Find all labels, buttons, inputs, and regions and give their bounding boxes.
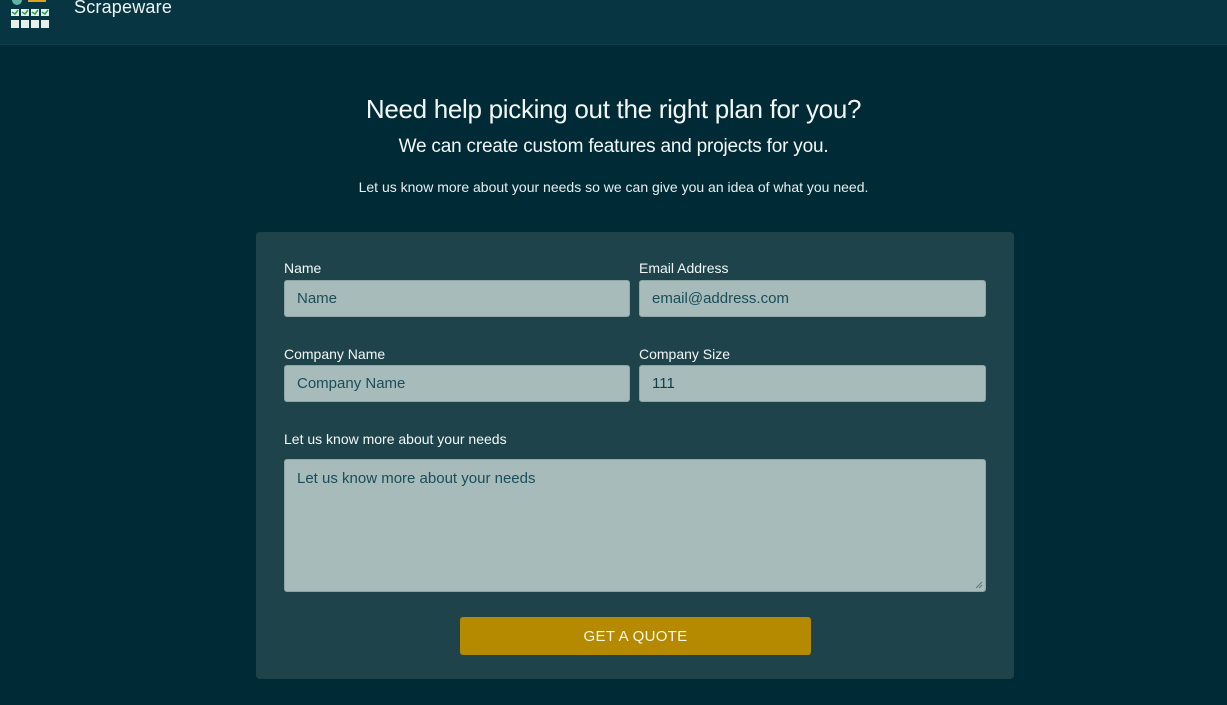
needs-placeholder: Let us know more about your needs	[297, 470, 536, 487]
email-input[interactable]: email@address.com	[639, 280, 986, 317]
scrapeware-logo-icon[interactable]	[8, 0, 52, 32]
company-name-input[interactable]: Company Name	[284, 365, 630, 402]
company-size-label: Company Size	[639, 346, 731, 362]
name-input[interactable]: Name	[284, 280, 630, 317]
top-navbar: Scrapeware	[0, 0, 1227, 45]
page-heading: Need help picking out the right plan for…	[365, 94, 862, 124]
resize-handle-icon[interactable]	[973, 579, 983, 589]
get-quote-button[interactable]: GET A QUOTE	[460, 617, 811, 655]
quote-form: Name Name Email Address email@address.co…	[256, 232, 1014, 679]
page-subheading: We can create custom features and projec…	[398, 136, 829, 157]
needs-textarea[interactable]: Let us know more about your needs	[284, 459, 986, 592]
email-label: Email Address	[639, 260, 729, 276]
brand-name[interactable]: Scrapeware	[74, 0, 172, 18]
needs-label: Let us know more about your needs	[284, 431, 507, 447]
company-size-input[interactable]: 111	[639, 365, 986, 402]
intro-text: Let us know more about your needs so we …	[358, 179, 869, 195]
company-name-label: Company Name	[284, 346, 386, 362]
name-label: Name	[284, 260, 322, 276]
